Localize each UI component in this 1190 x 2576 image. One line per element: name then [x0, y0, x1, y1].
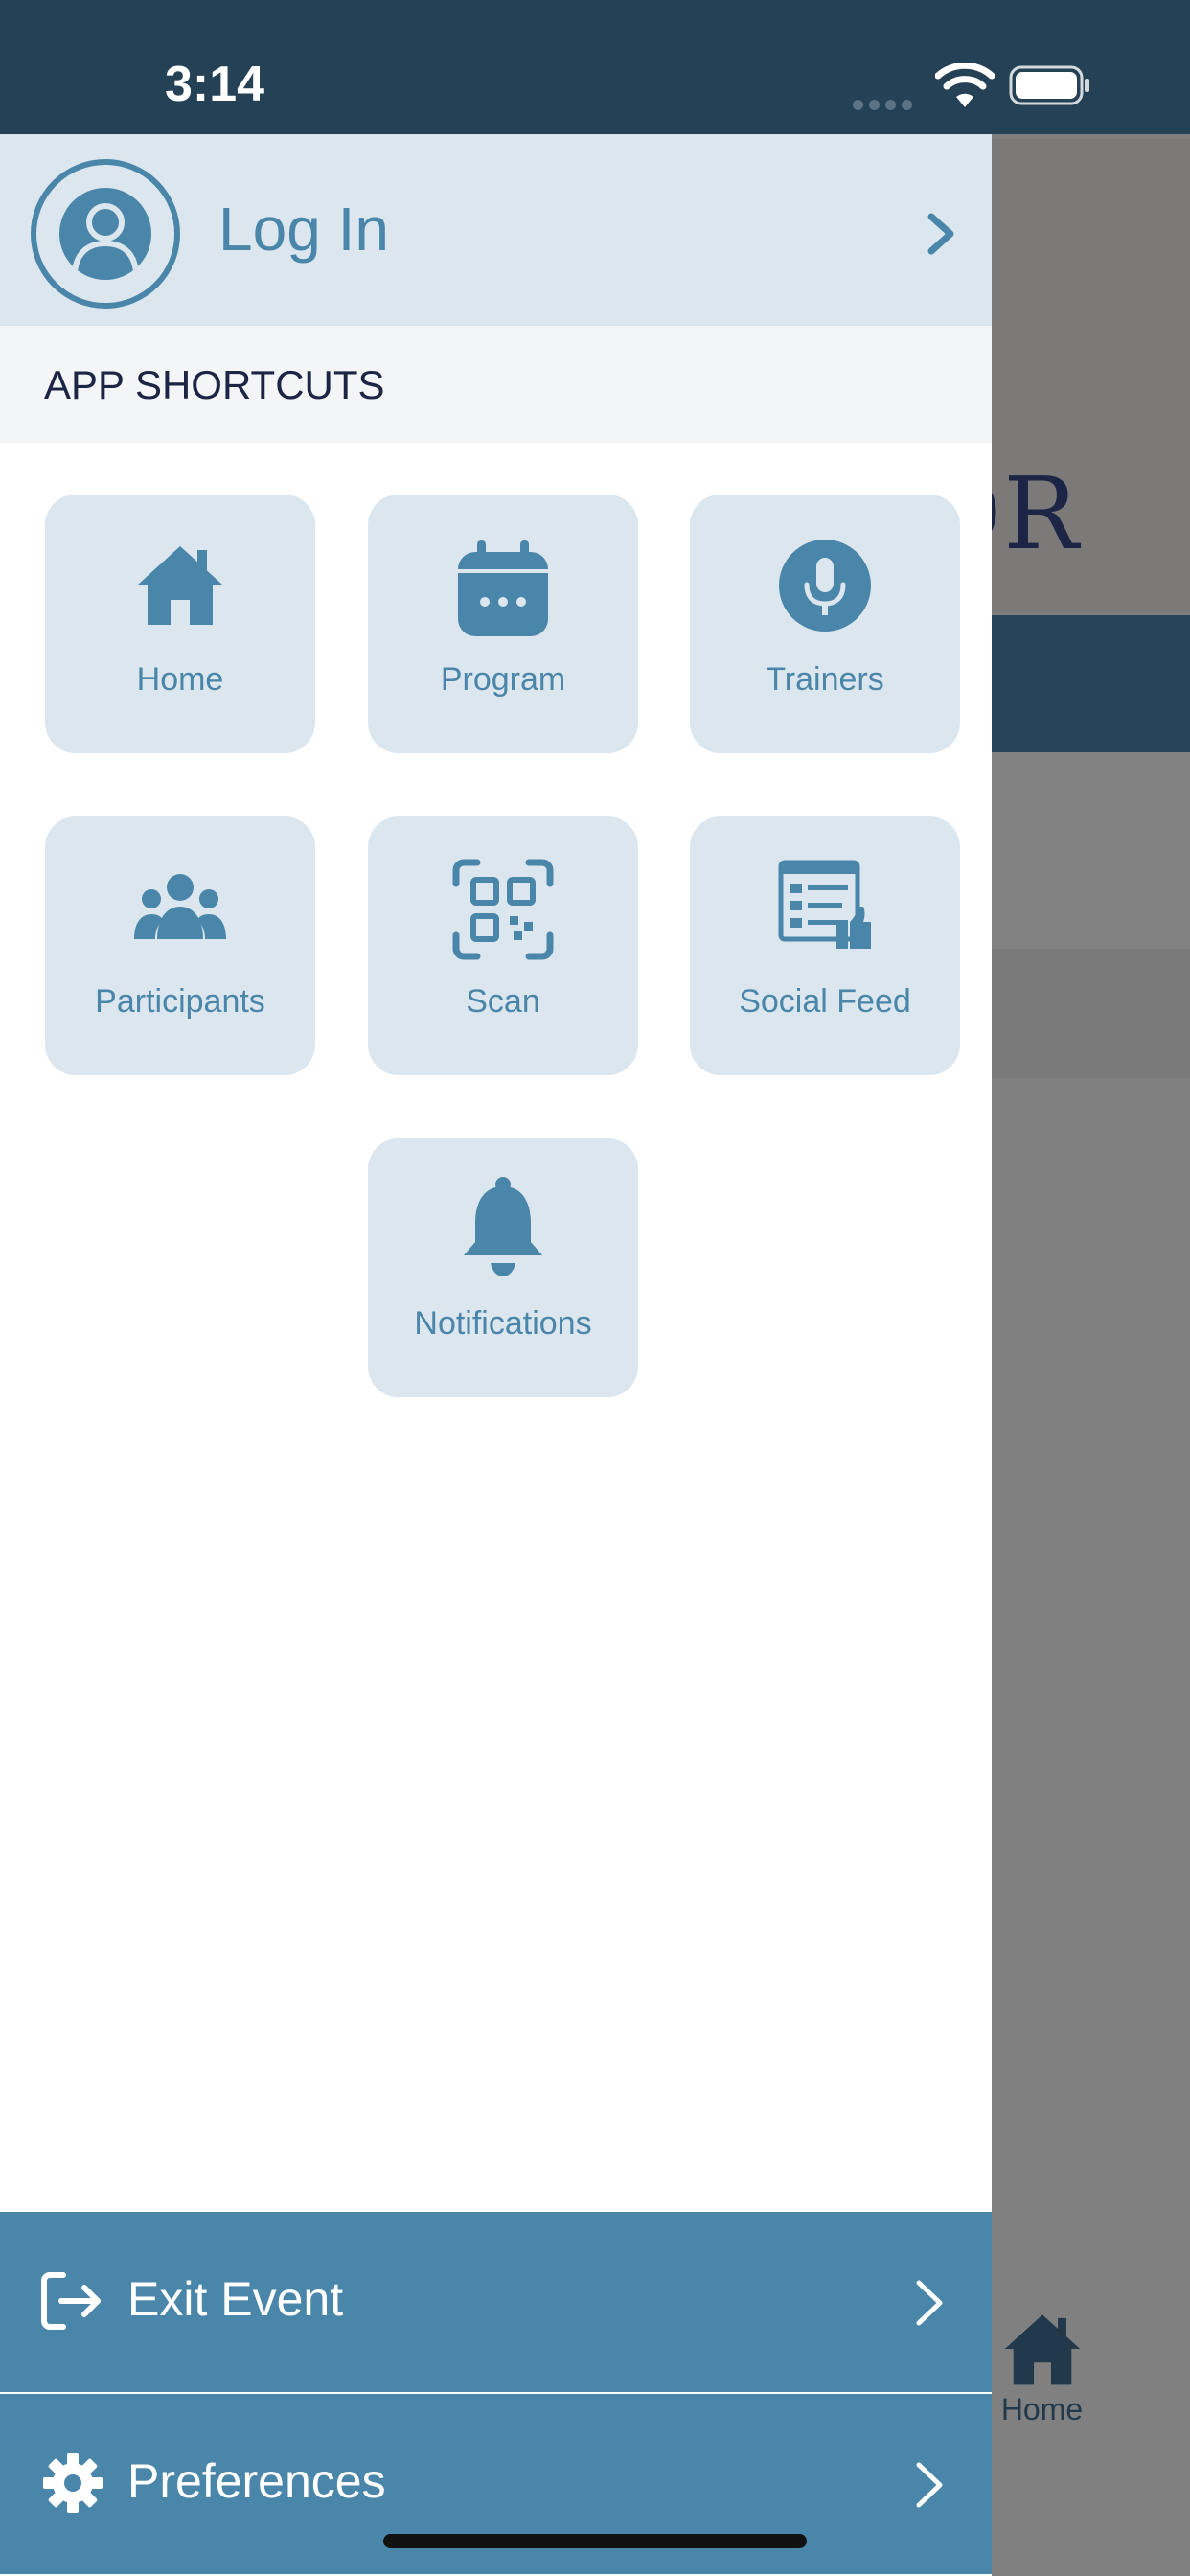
shortcut-scan-label: Scan — [466, 983, 540, 1020]
chevron-right-icon — [916, 2280, 943, 2326]
exit-icon — [41, 2272, 101, 2330]
chevron-right-icon — [916, 2462, 943, 2508]
menu-preferences-label: Preferences — [127, 2454, 386, 2508]
login-row[interactable]: Log In — [0, 134, 992, 326]
cellular-signal-icon — [853, 96, 918, 114]
shortcut-program[interactable]: Program — [368, 494, 638, 753]
shortcut-home[interactable]: Home — [45, 494, 315, 753]
home-icon — [1004, 2314, 1080, 2385]
shortcut-trainers-label: Trainers — [766, 661, 884, 698]
chevron-right-icon — [927, 213, 954, 255]
shortcut-home-label: Home — [136, 661, 224, 698]
background-tab-home-label: Home — [1000, 2392, 1084, 2426]
microphone-icon — [779, 540, 871, 632]
shortcut-trainers[interactable]: Trainers — [690, 494, 960, 753]
calendar-icon — [458, 540, 548, 636]
background-tab-home[interactable]: Home — [987, 2310, 1097, 2427]
shortcut-social-feed[interactable]: Social Feed — [690, 816, 960, 1075]
shortcut-notifications[interactable]: Notifications — [368, 1138, 638, 1397]
gear-icon — [43, 2453, 103, 2513]
qr-scan-icon — [452, 859, 554, 960]
home-icon — [138, 546, 222, 625]
shortcut-scan[interactable]: Scan — [368, 816, 638, 1075]
avatar — [31, 159, 180, 309]
shortcut-program-label: Program — [440, 661, 566, 698]
user-icon — [59, 188, 151, 280]
side-drawer: Log In APP SHORTCUTS Home Program Traine… — [0, 134, 992, 2576]
bell-icon — [464, 1177, 542, 1276]
shortcut-participants-label: Participants — [95, 983, 265, 1020]
social-feed-icon — [778, 860, 871, 949]
shortcut-notifications-label: Notifications — [414, 1305, 592, 1342]
shortcuts-title: APP SHORTCUTS — [44, 362, 385, 407]
group-icon — [134, 874, 226, 939]
status-icons — [853, 63, 1092, 111]
login-label: Log In — [218, 195, 389, 264]
wifi-icon — [935, 63, 995, 107]
battery-icon — [1009, 65, 1089, 105]
home-indicator[interactable] — [383, 2534, 807, 2548]
status-time: 3:14 — [165, 57, 265, 112]
menu-exit-event[interactable]: Exit Event — [0, 2212, 992, 2392]
shortcut-participants[interactable]: Participants — [45, 816, 315, 1075]
menu-exit-event-label: Exit Event — [127, 2272, 344, 2326]
shortcut-social-feed-label: Social Feed — [739, 983, 911, 1020]
shortcuts-header: APP SHORTCUTS — [0, 326, 992, 443]
